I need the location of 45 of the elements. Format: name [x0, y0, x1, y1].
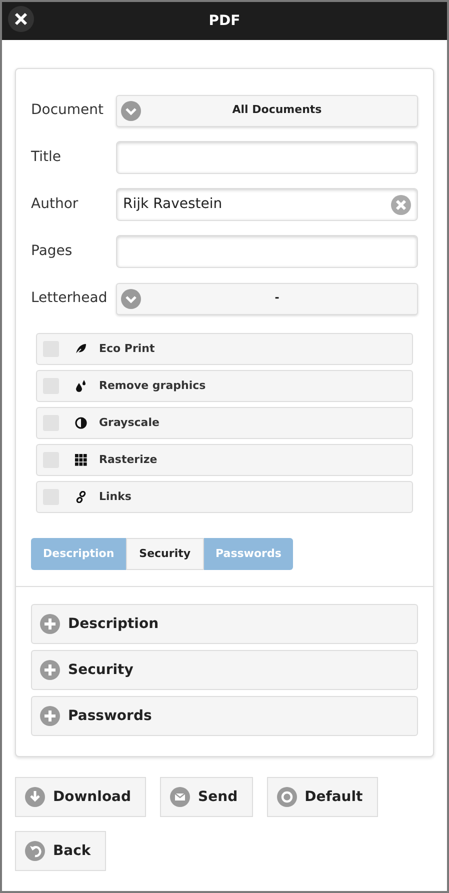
- link-icon: [75, 491, 87, 503]
- field-label: Pages: [31, 242, 74, 261]
- close-button[interactable]: [8, 6, 34, 32]
- field-label: Author: [31, 195, 80, 214]
- drops-icon: [75, 380, 87, 392]
- back-icon: [25, 841, 45, 861]
- field-label: Title: [31, 148, 62, 167]
- plus-icon: [40, 614, 60, 634]
- accordion-header[interactable]: Security: [31, 650, 418, 690]
- accordion-header[interactable]: Passwords: [31, 696, 418, 736]
- grid-icon: [75, 454, 87, 466]
- option-label: Rasterize: [99, 452, 158, 468]
- option-label: Links: [99, 488, 132, 505]
- option-row[interactable]: Links: [36, 481, 413, 513]
- header-title: PDF: [208, 12, 240, 30]
- option-row[interactable]: Remove graphics: [36, 370, 413, 402]
- action-button[interactable]: Send: [160, 777, 253, 817]
- download-icon: [25, 787, 45, 807]
- chevron-down-icon: [121, 100, 141, 120]
- tab[interactable]: Security: [126, 538, 204, 570]
- field-label: Letterhead: [31, 289, 108, 308]
- clear-icon[interactable]: [391, 194, 411, 214]
- option-row[interactable]: Grayscale: [36, 407, 413, 439]
- option-label: Grayscale: [99, 414, 160, 431]
- select-field[interactable]: All Documents: [116, 94, 418, 126]
- leaf-icon: [75, 343, 87, 355]
- action-button[interactable]: Back: [15, 831, 106, 871]
- mail-icon: [170, 787, 190, 807]
- option-label: Remove graphics: [99, 378, 206, 394]
- close-icon: [14, 12, 28, 26]
- plus-icon: [40, 660, 60, 680]
- action-button[interactable]: Download: [15, 777, 146, 817]
- text-field[interactable]: Rijk Ravestein: [116, 188, 418, 221]
- select-field[interactable]: -: [116, 282, 418, 314]
- text-field[interactable]: [116, 141, 418, 174]
- text-field[interactable]: [116, 235, 418, 268]
- contrast-icon: [75, 417, 87, 429]
- plus-icon: [40, 706, 60, 726]
- option-row[interactable]: Eco Print: [36, 333, 413, 365]
- chevron-down-icon: [121, 288, 141, 308]
- action-button[interactable]: Default: [266, 777, 378, 817]
- option-label: Eco Print: [99, 340, 155, 357]
- accordion-header[interactable]: Description: [31, 604, 418, 644]
- field-label: Document: [31, 101, 105, 120]
- option-row[interactable]: Rasterize: [36, 444, 413, 476]
